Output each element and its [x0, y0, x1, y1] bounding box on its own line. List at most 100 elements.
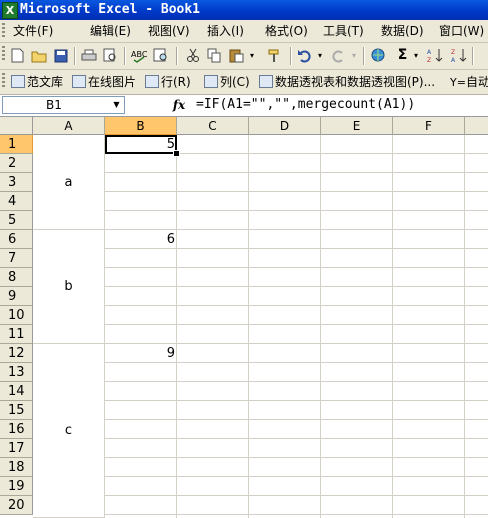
menu-bar: 文件(F) 编辑(E) 视图(V) 插入(I) 格式(O) 工具(T) 数据(D… [0, 20, 488, 43]
save-icon[interactable] [52, 47, 69, 64]
row-header[interactable]: 9 [0, 287, 33, 306]
column-header-d[interactable]: D [249, 117, 321, 135]
fanwenku-label: 范文库 [27, 75, 64, 89]
standard-toolbar: ABC ▾ ▾ ▾ Σ ▾ AZ ZA [0, 43, 488, 70]
toolbar2-gripper-icon[interactable] [2, 73, 5, 89]
fanwenku-button[interactable]: 范文库 [11, 74, 63, 90]
name-box-value: B1 [46, 98, 62, 112]
column-header-e[interactable]: E [321, 117, 393, 135]
name-box[interactable]: B1 ▼ [2, 96, 125, 114]
new-icon[interactable] [9, 47, 26, 64]
row-header[interactable]: 5 [0, 211, 33, 230]
column-header-c[interactable]: C [177, 117, 249, 135]
svg-text:A: A [451, 57, 456, 63]
title-bar[interactable]: X Microsoft Excel - Book1 [0, 0, 488, 20]
gridline [248, 135, 249, 518]
pivot-table-button[interactable]: 数据透视表和数据透视图(P)... [259, 74, 435, 90]
undo-dropdown-icon[interactable]: ▾ [316, 47, 324, 64]
picture-icon [72, 75, 86, 88]
autosum-dropdown-icon[interactable]: ▾ [412, 47, 420, 64]
chevron-down-icon[interactable]: ▼ [109, 97, 124, 113]
cell-b12[interactable]: 9 [105, 344, 175, 363]
row-header[interactable]: 15 [0, 401, 33, 420]
separator [363, 47, 365, 65]
hyperlink-icon[interactable] [370, 47, 387, 64]
row-header[interactable]: 17 [0, 439, 33, 458]
row-header[interactable]: 19 [0, 477, 33, 496]
paste-dropdown-icon[interactable]: ▾ [248, 47, 256, 64]
menu-edit[interactable]: 编辑(E) [90, 23, 131, 39]
row-header[interactable]: 11 [0, 325, 33, 344]
open-icon[interactable] [30, 47, 47, 64]
svg-text:A: A [427, 49, 432, 56]
row-header[interactable]: 2 [0, 154, 33, 173]
merged-cell-a6-a11[interactable]: b [33, 230, 105, 344]
pivot-table-icon [259, 75, 273, 88]
separator [472, 47, 474, 65]
column-header-g[interactable] [465, 117, 488, 135]
row-header[interactable]: 6 [0, 230, 33, 249]
row-header[interactable]: 4 [0, 192, 33, 211]
svg-text:Z: Z [451, 49, 455, 56]
cell-area[interactable]: a b c 5 6 9 [33, 135, 488, 518]
row-header[interactable]: 1 [0, 135, 33, 154]
menu-insert[interactable]: 插入(I) [207, 23, 244, 39]
autosum-icon[interactable]: Σ [394, 47, 411, 64]
redo-icon[interactable] [330, 47, 347, 64]
gridline [392, 135, 393, 518]
menu-data[interactable]: 数据(D) [381, 23, 424, 39]
copy-icon[interactable] [206, 47, 223, 64]
fill-handle[interactable] [173, 150, 180, 157]
excel-icon[interactable]: X [2, 2, 18, 19]
merged-cell-a1-a5[interactable]: a [33, 135, 105, 230]
cut-icon[interactable] [184, 47, 201, 64]
row-header[interactable]: 3 [0, 173, 33, 192]
column-button[interactable]: 列(C) [204, 74, 250, 90]
undo-icon[interactable] [296, 47, 313, 64]
gridline [320, 135, 321, 518]
column-header-b[interactable]: B [105, 117, 177, 135]
worksheet-grid[interactable]: A B C D E F 1 2 3 4 5 6 7 8 9 10 11 12 1… [0, 117, 488, 518]
menu-tools[interactable]: 工具(T) [323, 23, 364, 39]
row-header[interactable]: 13 [0, 363, 33, 382]
menu-file[interactable]: 文件(F) [13, 23, 53, 39]
format-painter-icon[interactable] [266, 47, 283, 64]
menu-format[interactable]: 格式(O) [265, 23, 308, 39]
menubar-gripper-icon[interactable] [2, 23, 5, 39]
row-header[interactable]: 20 [0, 496, 33, 515]
merged-cell-a12-a20[interactable]: c [33, 344, 105, 518]
sort-ascending-icon[interactable]: AZ [426, 47, 443, 64]
paste-icon[interactable] [228, 47, 245, 64]
cell-b6[interactable]: 6 [105, 230, 175, 249]
insert-function-icon[interactable]: fx [170, 97, 188, 113]
row-header[interactable]: 14 [0, 382, 33, 401]
redo-dropdown-icon[interactable]: ▾ [350, 47, 358, 64]
column-header-f[interactable]: F [393, 117, 465, 135]
formula-bar: B1 ▼ fx =IF(A1="","",mergecount(A1)) [0, 95, 488, 117]
insert-row-icon [145, 75, 159, 88]
formula-input[interactable]: =IF(A1="","",mergecount(A1)) [196, 96, 415, 114]
row-header[interactable]: 7 [0, 249, 33, 268]
row-header[interactable]: 12 [0, 344, 33, 363]
online-pictures-button[interactable]: 在线图片 [72, 74, 136, 90]
row-header[interactable]: 16 [0, 420, 33, 439]
row-button[interactable]: 行(R) [145, 74, 191, 90]
menu-view[interactable]: 视图(V) [148, 23, 190, 39]
sort-descending-icon[interactable]: ZA [450, 47, 467, 64]
toolbar-gripper-icon[interactable] [2, 46, 5, 62]
column-header-a[interactable]: A [33, 117, 105, 135]
auto-button[interactable]: Y=自动 [450, 74, 488, 90]
row-header[interactable]: 18 [0, 458, 33, 477]
print-icon[interactable] [80, 47, 97, 64]
research-icon[interactable] [152, 47, 169, 64]
row-header[interactable]: 8 [0, 268, 33, 287]
cell-value: c [64, 423, 73, 438]
spelling-icon[interactable]: ABC [130, 47, 147, 64]
row-label: 行(R) [161, 75, 191, 89]
menu-window[interactable]: 窗口(W) [439, 23, 484, 39]
select-all-button[interactable] [0, 117, 33, 135]
active-cell-border[interactable] [105, 135, 177, 154]
row-header[interactable]: 10 [0, 306, 33, 325]
auto-label: 自动 [465, 75, 488, 89]
print-preview-icon[interactable] [102, 47, 119, 64]
